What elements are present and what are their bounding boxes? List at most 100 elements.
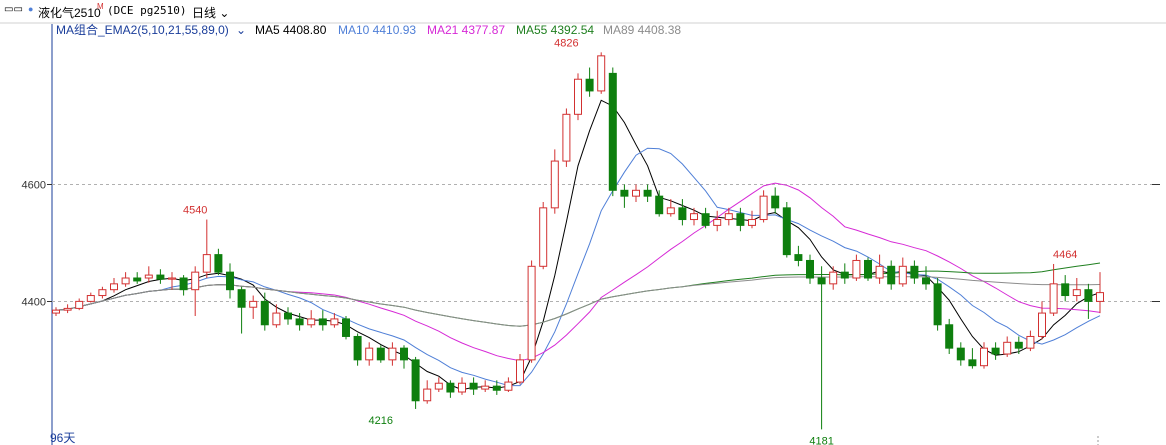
- candle: [504, 377, 513, 392]
- legend-ma89: MA89 4408.38: [603, 23, 681, 37]
- candle: [63, 304, 72, 314]
- candle-body: [1049, 283, 1058, 314]
- candle: [237, 286, 246, 334]
- candle: [434, 377, 443, 392]
- candle: [272, 304, 281, 328]
- candle: [1026, 330, 1035, 352]
- candle: [446, 380, 455, 398]
- candle-body: [284, 312, 292, 320]
- price-annotation: 4216: [369, 415, 393, 427]
- candle: [1014, 336, 1023, 354]
- candle-body: [748, 219, 756, 226]
- candlestick-chart: 4400 4600 4540 4826 4216 4181 4464 MA组合_EMA2(5,…: [0, 22, 1166, 445]
- candle-body: [864, 259, 872, 279]
- candle-body: [342, 318, 350, 337]
- candle-body: [852, 259, 861, 279]
- candle: [1049, 263, 1058, 316]
- candle: [933, 278, 942, 331]
- candle: [759, 190, 768, 223]
- candle: [852, 254, 861, 281]
- candle: [469, 377, 478, 395]
- candle: [1003, 336, 1012, 357]
- candle-body: [620, 189, 629, 197]
- candle-body: [678, 207, 687, 221]
- candle: [307, 310, 316, 328]
- candle: [1072, 278, 1081, 302]
- legend-ma21: MA21 4377.87: [427, 23, 505, 37]
- y-tick-label: 4600: [22, 180, 46, 192]
- candle: [86, 292, 95, 303]
- ma-group-label: MA组合_EMA2(5,10,21,55,89,0): [56, 22, 229, 37]
- candle-body: [249, 300, 258, 308]
- candle-body: [933, 283, 942, 326]
- candle: [806, 254, 814, 284]
- candle-body: [1038, 312, 1046, 337]
- days-count-label: 96天: [50, 431, 75, 445]
- candle: [956, 342, 965, 366]
- candle: [771, 187, 780, 214]
- candle: [1096, 272, 1104, 314]
- candle-body: [400, 347, 408, 361]
- candle: [794, 245, 803, 267]
- ma-line-ma5: [55, 99, 1101, 391]
- candle-body: [121, 277, 130, 285]
- candle-body: [1084, 289, 1093, 302]
- candle: [550, 149, 559, 214]
- candle: [945, 318, 954, 354]
- candle: [214, 248, 223, 276]
- candle-body: [423, 388, 432, 402]
- candle: [678, 199, 687, 226]
- candle: [840, 263, 849, 284]
- candle-body: [481, 385, 490, 390]
- candle: [608, 67, 617, 197]
- candle-body: [179, 277, 188, 291]
- candle: [574, 73, 582, 121]
- candle-body: [817, 277, 826, 285]
- candle: [910, 260, 919, 284]
- legend-ma10: MA10 4410.93: [338, 23, 416, 37]
- candle-body: [794, 254, 803, 261]
- candle-body: [806, 259, 814, 279]
- candle-body: [1014, 341, 1023, 349]
- candle: [748, 210, 756, 229]
- candle: [736, 207, 745, 232]
- candle: [620, 184, 629, 208]
- candle-body: [295, 318, 304, 326]
- candle-body: [492, 385, 501, 391]
- price-annotation: 4540: [183, 205, 207, 217]
- candle: [527, 260, 536, 363]
- candle-body: [516, 359, 524, 383]
- price-annotation: 4181: [809, 435, 833, 445]
- candle-body: [898, 265, 907, 285]
- candle-body: [887, 265, 896, 285]
- candle-body: [330, 318, 339, 326]
- candle: [782, 202, 791, 258]
- candle-body: [550, 160, 559, 209]
- candle-body: [968, 359, 977, 367]
- candle-body: [191, 271, 200, 291]
- candle-body: [771, 195, 780, 209]
- legend-ma55: MA55 4392.54: [516, 23, 594, 37]
- candle-body: [655, 195, 664, 215]
- ma-line-ma10: [55, 147, 1101, 387]
- candle-body: [922, 277, 930, 285]
- candle-body: [63, 307, 72, 311]
- candle: [1061, 275, 1070, 302]
- candle-body: [527, 265, 536, 361]
- candle-body: [608, 72, 617, 191]
- candle-body: [469, 382, 478, 390]
- candle-body: [690, 213, 698, 221]
- candle: [458, 377, 466, 395]
- candle-body: [133, 277, 142, 282]
- candle: [179, 275, 188, 296]
- candle-body: [875, 265, 884, 279]
- candle: [342, 316, 350, 340]
- ma-line-ma89: [55, 276, 1101, 327]
- candle: [887, 260, 896, 290]
- candle-body: [434, 382, 443, 390]
- candle: [922, 266, 930, 290]
- candle: [991, 342, 1000, 360]
- candle-body: [1072, 289, 1081, 297]
- ma-line-ma21: [55, 182, 1101, 362]
- candle-body: [1061, 283, 1070, 297]
